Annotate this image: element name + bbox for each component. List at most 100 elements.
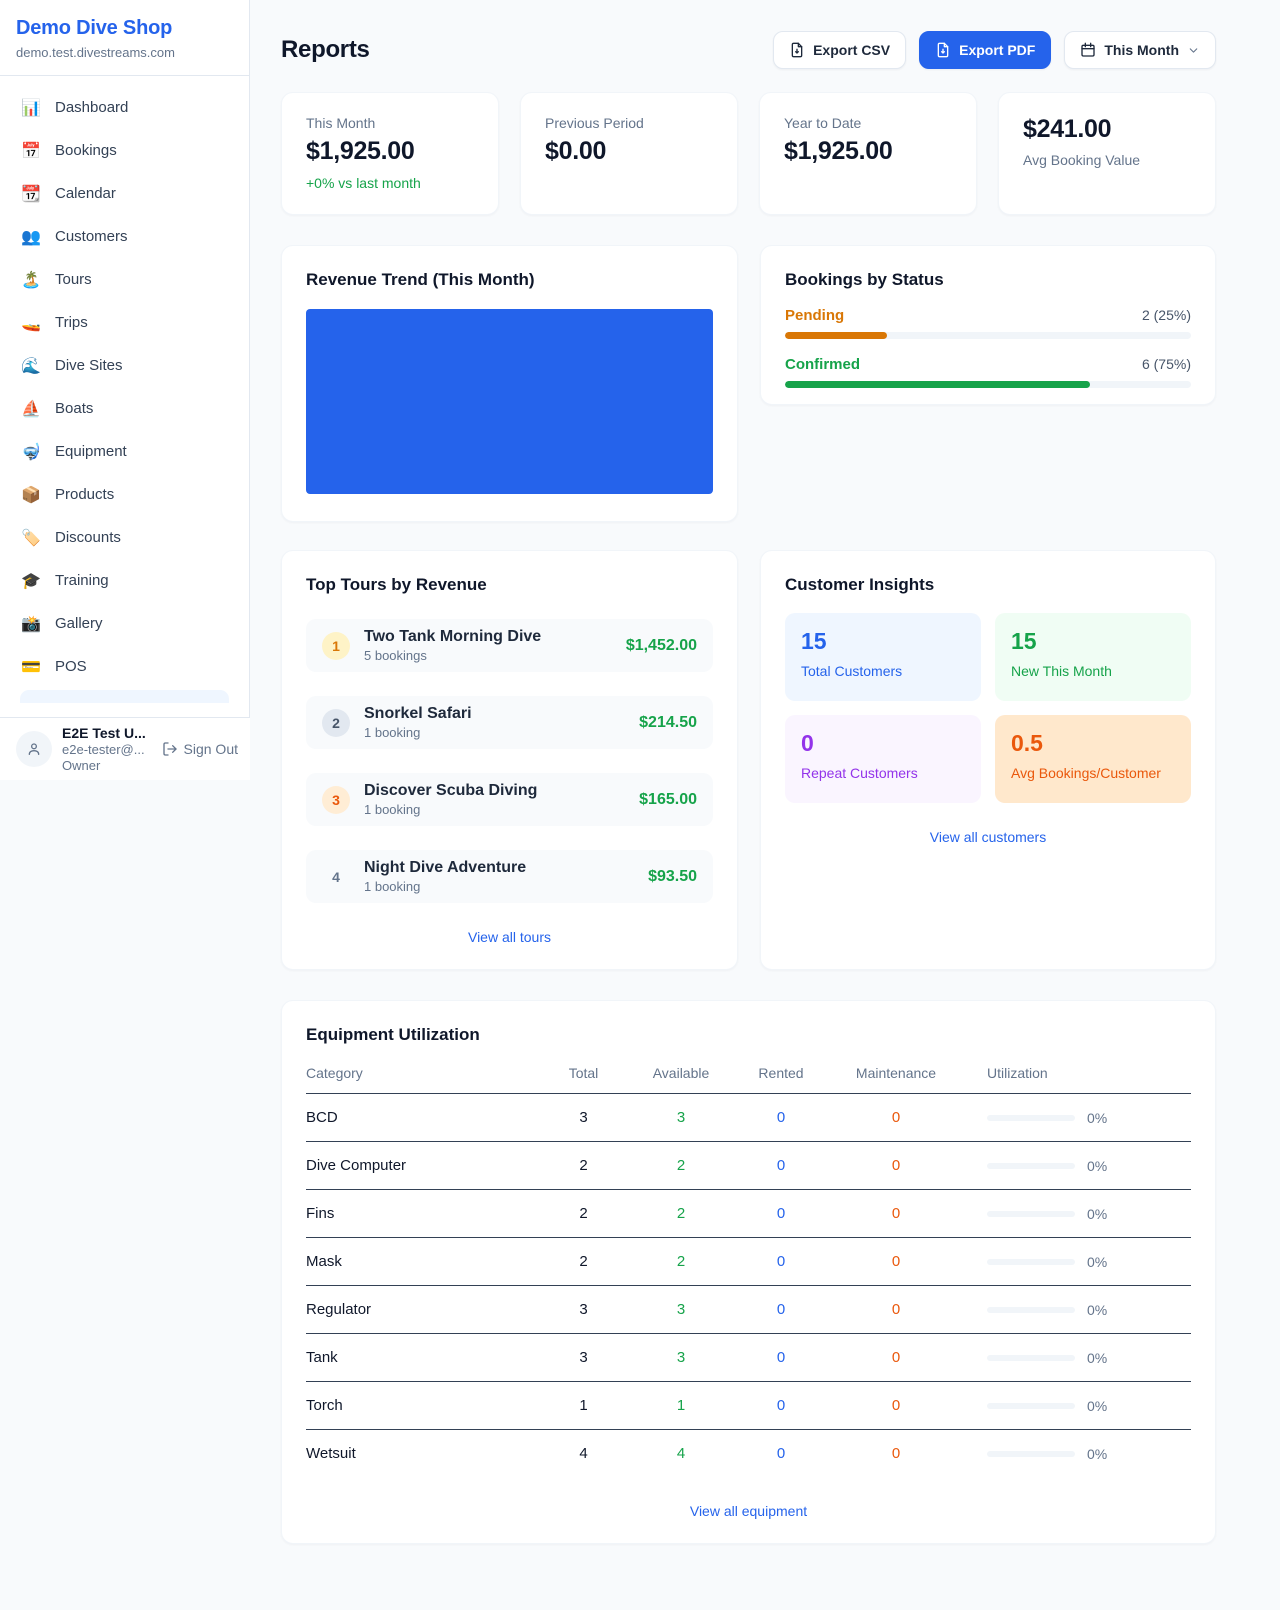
equipment-rented: 0 bbox=[731, 1109, 831, 1126]
sidebar-item-reports-active-clipped[interactable] bbox=[20, 690, 229, 703]
sidebar-item-calendar[interactable]: 📆 Calendar bbox=[10, 174, 239, 213]
column-header-available: Available bbox=[631, 1065, 731, 1081]
camera-icon: 📸 bbox=[20, 614, 42, 634]
export-csv-button[interactable]: Export CSV bbox=[773, 31, 906, 69]
utilization-percent: 0% bbox=[1087, 1302, 1107, 1318]
equipment-utilization-cell: 0% bbox=[961, 1398, 1191, 1414]
reports-page: Demo Dive Shop demo.test.divestreams.com… bbox=[0, 0, 1280, 1610]
sidebar-item-dive-sites[interactable]: 🌊 Dive Sites bbox=[10, 346, 239, 385]
equipment-category: Fins bbox=[306, 1205, 536, 1222]
stat-card-previous-period: Previous Period $0.00 bbox=[520, 92, 738, 215]
tour-name: Two Tank Morning Dive bbox=[364, 628, 612, 646]
stat-card-this-month: This Month $1,925.00 +0% vs last month bbox=[281, 92, 499, 215]
revenue-trend-card: Revenue Trend (This Month) bbox=[281, 245, 738, 522]
sidebar-item-label: Dive Sites bbox=[55, 357, 123, 374]
sidebar-item-products[interactable]: 📦 Products bbox=[10, 475, 239, 514]
equipment-total: 2 bbox=[536, 1157, 631, 1174]
stat-trend-note: +0% vs last month bbox=[306, 175, 474, 191]
page-header: Reports Export CSV Export PDF bbox=[281, 31, 1216, 69]
user-meta: E2E Test U... e2e-tester@... Owner bbox=[62, 725, 152, 774]
tour-row: 2 Snorkel Safari 1 booking $214.50 bbox=[306, 696, 713, 749]
sidebar-item-boats[interactable]: ⛵ Boats bbox=[10, 389, 239, 428]
equipment-total: 4 bbox=[536, 1445, 631, 1462]
file-download-icon bbox=[789, 42, 805, 58]
period-label: This Month bbox=[1104, 42, 1179, 58]
sidebar: Demo Dive Shop demo.test.divestreams.com… bbox=[0, 0, 250, 780]
dashboard-icon: 📊 bbox=[20, 98, 42, 118]
tour-bookings-count: 1 booking bbox=[364, 802, 625, 817]
equipment-table: Category Total Available Rented Maintena… bbox=[306, 1061, 1191, 1477]
tile-label: New This Month bbox=[1011, 663, 1175, 679]
file-download-icon bbox=[935, 42, 951, 58]
view-all-customers-link[interactable]: View all customers bbox=[785, 829, 1191, 845]
equipment-total: 2 bbox=[536, 1205, 631, 1222]
table-row: Tank 3 3 0 0 0% bbox=[306, 1334, 1191, 1382]
status-bar-fill bbox=[785, 381, 1090, 388]
sidebar-item-pos[interactable]: 💳 POS bbox=[10, 647, 239, 686]
equipment-rented: 0 bbox=[731, 1301, 831, 1318]
equipment-available: 2 bbox=[631, 1157, 731, 1174]
sidebar-item-label: Tours bbox=[55, 271, 92, 288]
equipment-utilization-cell: 0% bbox=[961, 1206, 1191, 1222]
table-row: Fins 2 2 0 0 0% bbox=[306, 1190, 1191, 1238]
status-row-confirmed: Confirmed 6 (75%) bbox=[785, 356, 1191, 388]
user-role: Owner bbox=[62, 758, 152, 774]
equipment-available: 3 bbox=[631, 1349, 731, 1366]
equipment-utilization-cell: 0% bbox=[961, 1254, 1191, 1270]
tour-revenue: $214.50 bbox=[639, 714, 697, 732]
person-icon bbox=[26, 741, 42, 757]
tour-bookings-count: 1 booking bbox=[364, 725, 625, 740]
sidebar-item-label: Training bbox=[55, 572, 109, 589]
sidebar-item-trips[interactable]: 🚤 Trips bbox=[10, 303, 239, 342]
graduation-cap-icon: 🎓 bbox=[20, 571, 42, 591]
sidebar-item-label: POS bbox=[55, 658, 87, 675]
equipment-utilization-cell: 0% bbox=[961, 1302, 1191, 1318]
equipment-utilization-cell: 0% bbox=[961, 1446, 1191, 1462]
tile-value: 0.5 bbox=[1011, 730, 1175, 757]
sidebar-item-equipment[interactable]: 🤿 Equipment bbox=[10, 432, 239, 471]
view-all-tours-link[interactable]: View all tours bbox=[306, 929, 713, 945]
tour-row: 1 Two Tank Morning Dive 5 bookings $1,45… bbox=[306, 619, 713, 672]
stat-value: $241.00 bbox=[1023, 115, 1191, 144]
brand-block: Demo Dive Shop demo.test.divestreams.com bbox=[0, 0, 249, 76]
shop-name: Demo Dive Shop bbox=[16, 17, 233, 40]
sidebar-item-discounts[interactable]: 🏷️ Discounts bbox=[10, 518, 239, 557]
sidebar-item-training[interactable]: 🎓 Training bbox=[10, 561, 239, 600]
tour-row: 3 Discover Scuba Diving 1 booking $165.0… bbox=[306, 773, 713, 826]
sidebar-item-tours[interactable]: 🏝️ Tours bbox=[10, 260, 239, 299]
sidebar-item-dashboard[interactable]: 📊 Dashboard bbox=[10, 88, 239, 127]
equipment-total: 1 bbox=[536, 1397, 631, 1414]
equipment-maintenance: 0 bbox=[831, 1205, 961, 1222]
sidebar-item-label: Discounts bbox=[55, 529, 121, 546]
view-all-equipment-link[interactable]: View all equipment bbox=[306, 1503, 1191, 1519]
equipment-maintenance: 0 bbox=[831, 1397, 961, 1414]
sidebar-item-label: Equipment bbox=[55, 443, 127, 460]
sidebar-item-label: Products bbox=[55, 486, 114, 503]
stat-card-year-to-date: Year to Date $1,925.00 bbox=[759, 92, 977, 215]
user-email: e2e-tester@... bbox=[62, 742, 152, 758]
utilization-bar-track bbox=[987, 1403, 1075, 1409]
rank-badge: 3 bbox=[322, 786, 350, 814]
revenue-trend-title: Revenue Trend (This Month) bbox=[306, 270, 713, 290]
equipment-total: 3 bbox=[536, 1301, 631, 1318]
sidebar-item-bookings[interactable]: 📅 Bookings bbox=[10, 131, 239, 170]
calendar-icon bbox=[1080, 42, 1096, 58]
rank-badge: 2 bbox=[322, 709, 350, 737]
stat-label: Avg Booking Value bbox=[1023, 152, 1191, 168]
period-dropdown[interactable]: This Month bbox=[1064, 31, 1216, 69]
customer-insights-title: Customer Insights bbox=[785, 575, 1191, 595]
status-bar-track bbox=[785, 381, 1191, 388]
equipment-rented: 0 bbox=[731, 1253, 831, 1270]
equipment-rented: 0 bbox=[731, 1349, 831, 1366]
sidebar-item-customers[interactable]: 👥 Customers bbox=[10, 217, 239, 256]
column-header-rented: Rented bbox=[731, 1065, 831, 1081]
island-icon: 🏝️ bbox=[20, 270, 42, 290]
export-pdf-button[interactable]: Export PDF bbox=[919, 31, 1051, 69]
utilization-bar-track bbox=[987, 1211, 1075, 1217]
sidebar-nav: 📊 Dashboard 📅 Bookings 📆 Calendar 👥 Cust… bbox=[0, 76, 249, 703]
equipment-category: Regulator bbox=[306, 1301, 536, 1318]
tour-row: 4 Night Dive Adventure 1 booking $93.50 bbox=[306, 850, 713, 903]
sidebar-item-gallery[interactable]: 📸 Gallery bbox=[10, 604, 239, 643]
sign-out-button[interactable]: Sign Out bbox=[162, 741, 238, 757]
tour-revenue: $93.50 bbox=[648, 868, 697, 886]
